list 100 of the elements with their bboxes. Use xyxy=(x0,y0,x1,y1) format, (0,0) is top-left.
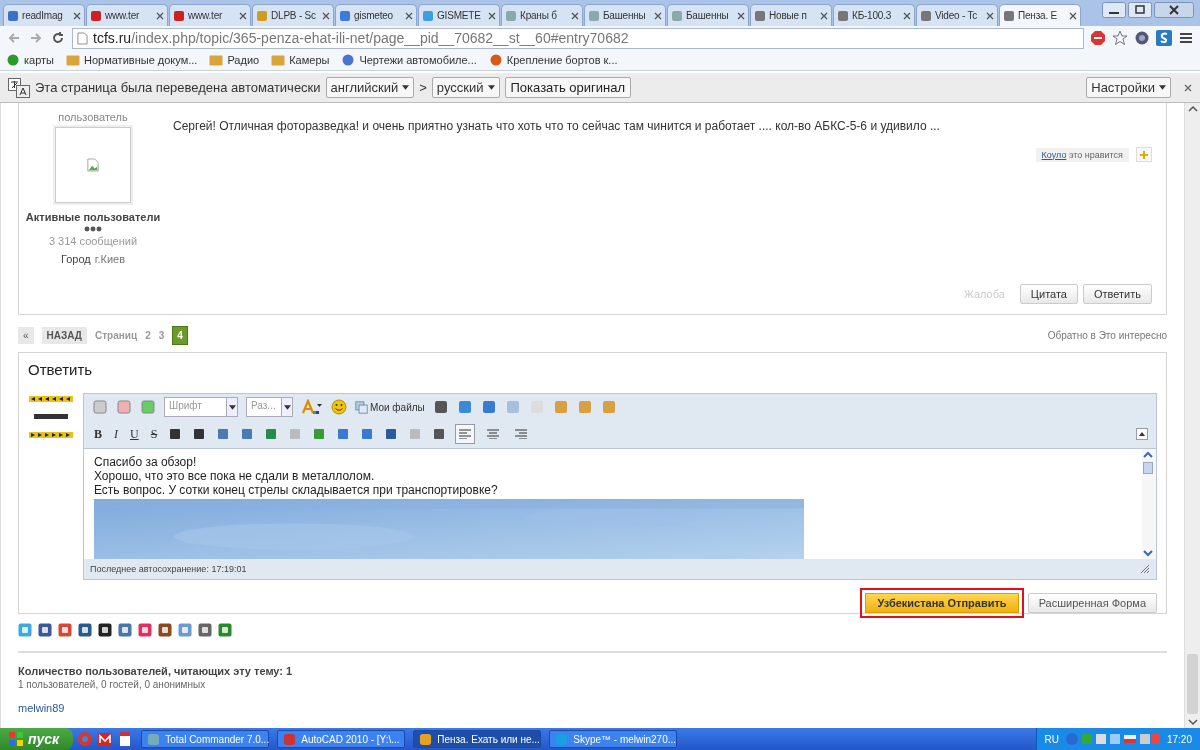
favicon-icon xyxy=(90,9,102,22)
minimize-icon[interactable] xyxy=(1102,2,1126,18)
circle-icon[interactable] xyxy=(1134,30,1150,46)
close-icon[interactable] xyxy=(820,11,828,20)
reply-title: Ответить xyxy=(28,361,94,378)
browser-tab[interactable]: readImag xyxy=(3,4,85,26)
scroll-down-icon[interactable] xyxy=(1186,716,1199,728)
taskbar-item[interactable]: Пенза. Ехать или не... xyxy=(413,730,542,748)
user-link[interactable]: melwin89 xyxy=(18,702,65,714)
scroll-thumb[interactable] xyxy=(1143,462,1153,474)
advanced-form-button[interactable]: Расширенная Форма xyxy=(1027,593,1157,613)
text-color-icon[interactable] xyxy=(301,399,323,415)
folder-icon xyxy=(66,54,80,66)
browser-tab[interactable]: Новые п xyxy=(750,4,832,26)
user-link[interactable]: Коуло xyxy=(1041,149,1067,160)
caret-icon xyxy=(1159,85,1166,90)
address-field[interactable]: tcfs.ru/index.php/topic/365-penza-ehat-ili-net/page__pid__70682__st__60#entry70682 xyxy=(72,27,1084,49)
browser-tab[interactable]: www.ter xyxy=(169,4,251,26)
browser-tab[interactable]: Краны б xyxy=(501,4,583,26)
app-icon xyxy=(419,732,433,746)
taskbar-item[interactable]: AutoCAD 2010 - [Y:\... xyxy=(277,730,406,748)
close-icon[interactable] xyxy=(1154,2,1194,18)
rank-pips-icon xyxy=(84,226,102,232)
collapse-icon[interactable] xyxy=(1136,428,1148,440)
browser-tab[interactable]: Пенза. Е xyxy=(999,4,1081,26)
tray-icons[interactable] xyxy=(1064,732,1161,746)
skype-icon[interactable] xyxy=(1156,30,1172,46)
start-button[interactable]: пуск xyxy=(0,728,74,750)
back-button[interactable]: НАЗАД xyxy=(41,326,87,344)
close-icon[interactable] xyxy=(488,11,496,20)
submit-button[interactable]: Узбекистана Отправить xyxy=(865,593,1019,613)
favicon-icon xyxy=(920,9,932,22)
favicon-icon xyxy=(173,9,185,22)
my-files-button[interactable]: Мои файлы xyxy=(355,400,425,414)
browser-tab[interactable]: gismeteo xyxy=(335,4,417,26)
browser-tab[interactable]: Башенны xyxy=(667,4,749,26)
browser-tab[interactable]: Башенны xyxy=(584,4,666,26)
browser-tab[interactable]: www.ter xyxy=(86,4,168,26)
format-button[interactable]: B xyxy=(92,426,104,442)
quote-button[interactable]: Цитата xyxy=(1019,284,1078,304)
bookmark[interactable]: Чертежи автомобиле... xyxy=(341,54,477,66)
favicon-icon xyxy=(837,9,849,22)
smiley-icon[interactable] xyxy=(331,399,347,415)
close-icon[interactable] xyxy=(571,11,579,20)
close-icon[interactable] xyxy=(1069,11,1077,20)
format-button[interactable]: I xyxy=(112,426,120,442)
scroll-thumb[interactable] xyxy=(1187,654,1198,714)
format-button[interactable]: S xyxy=(148,426,160,442)
browser-tab[interactable]: GISMETE xyxy=(418,4,500,26)
back-to-forum-link[interactable]: Обратно в Это интересно xyxy=(1047,329,1167,341)
bookmark[interactable]: Камеры xyxy=(271,54,330,66)
align-icon xyxy=(515,429,528,439)
adblock-icon[interactable] xyxy=(1090,30,1106,46)
post-count: 3 314 сообщений xyxy=(48,235,138,247)
taskbar-item[interactable]: Skype™ - melwin270... xyxy=(549,730,678,748)
language-indicator[interactable]: RU xyxy=(1044,733,1059,745)
browser-tab[interactable]: Video - Tc xyxy=(916,4,998,26)
browser-tab[interactable]: КБ-100.3 xyxy=(833,4,915,26)
favicon-icon xyxy=(588,9,600,22)
align-button[interactable] xyxy=(455,424,476,444)
mail-icon[interactable] xyxy=(97,731,114,747)
favicon-icon xyxy=(1003,9,1015,22)
close-icon[interactable] xyxy=(239,11,247,20)
browser-tab[interactable]: DLPB - Sc xyxy=(252,4,334,26)
format-button[interactable]: U xyxy=(128,426,141,442)
favicon-icon xyxy=(422,9,434,22)
restore-icon[interactable] xyxy=(1128,2,1152,18)
align-icon xyxy=(487,429,500,439)
close-icon[interactable] xyxy=(986,11,994,20)
favicon-icon xyxy=(754,9,766,22)
scrollbar[interactable] xyxy=(1142,449,1156,559)
close-icon[interactable] xyxy=(737,11,745,20)
app-icon xyxy=(283,732,297,746)
scrollbar[interactable] xyxy=(1184,103,1200,728)
scroll-down-icon[interactable] xyxy=(1142,547,1154,559)
taskbar-item[interactable]: Total Commander 7.0... xyxy=(141,730,270,748)
bookmark[interactable]: Крепление бортов к... xyxy=(488,54,618,66)
menu-icon[interactable] xyxy=(1178,30,1194,46)
reply-button[interactable]: Ответить xyxy=(1082,284,1152,304)
target-language-dropdown[interactable]: русский xyxy=(431,77,500,98)
close-icon[interactable] xyxy=(156,11,164,20)
caret-icon xyxy=(228,404,236,410)
clock: 17:20 xyxy=(1166,733,1192,745)
folder-icon xyxy=(271,54,286,66)
close-icon[interactable] xyxy=(903,11,911,20)
bookmark[interactable]: Радио xyxy=(209,54,260,66)
close-icon[interactable] xyxy=(654,11,662,20)
resize-grip-icon[interactable] xyxy=(1140,564,1150,574)
settings-dropdown[interactable]: Настройки xyxy=(1086,77,1171,98)
close-icon[interactable] xyxy=(405,11,413,20)
show-original-button[interactable]: Показать оригинал xyxy=(504,77,632,98)
bookmark[interactable]: Нормативные докум... xyxy=(66,54,198,66)
close-icon[interactable] xyxy=(73,11,81,20)
bookmark[interactable]: карты xyxy=(6,54,54,66)
reload-icon[interactable] xyxy=(50,30,66,46)
source-language-dropdown[interactable]: английский xyxy=(325,77,415,98)
user-group: Активные пользователи xyxy=(25,211,161,223)
close-icon[interactable] xyxy=(322,11,330,20)
first-page-button[interactable]: « xyxy=(18,326,34,344)
close-icon[interactable] xyxy=(1184,83,1192,92)
